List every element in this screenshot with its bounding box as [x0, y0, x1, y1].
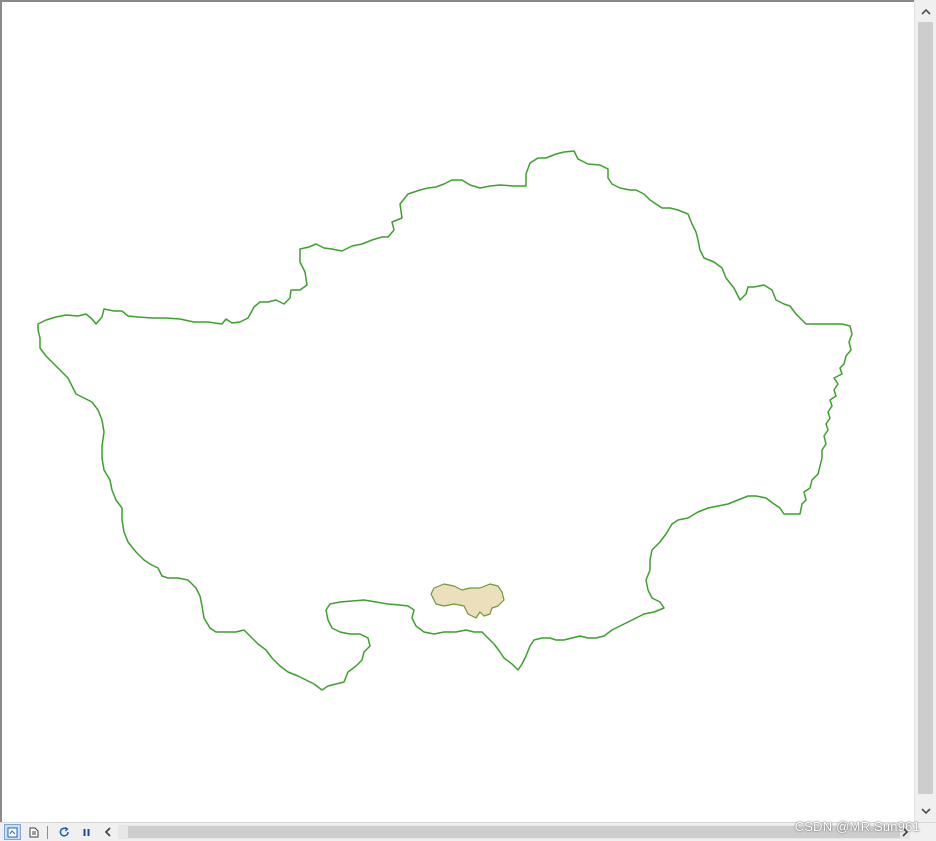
pause-icon [83, 828, 90, 836]
map-canvas[interactable] [4, 4, 914, 822]
layout-view-button[interactable] [25, 824, 42, 840]
chevron-up-icon[interactable] [915, 2, 936, 20]
horizontal-scroll-thumb[interactable] [128, 826, 900, 838]
chevron-down-icon[interactable] [915, 802, 936, 820]
chevron-left-icon [104, 827, 111, 837]
region-boundary-outline[interactable] [37, 150, 853, 691]
vertical-scroll-thumb[interactable] [918, 22, 933, 794]
watermark-text: CSDN @MR.Sun961 [794, 819, 920, 834]
scroll-left-button[interactable] [99, 824, 116, 840]
data-view-button[interactable] [4, 824, 21, 840]
refresh-icon [59, 826, 69, 837]
layout-view-icon [29, 827, 38, 837]
refresh-button[interactable] [56, 824, 73, 840]
vertical-scrollbar[interactable] [914, 0, 936, 822]
selected-feature-polygon[interactable] [430, 583, 505, 619]
pause-drawing-button[interactable] [78, 824, 95, 840]
toolbar-separator [47, 826, 48, 839]
data-view-icon [7, 827, 18, 837]
map-display-area[interactable] [0, 0, 914, 822]
